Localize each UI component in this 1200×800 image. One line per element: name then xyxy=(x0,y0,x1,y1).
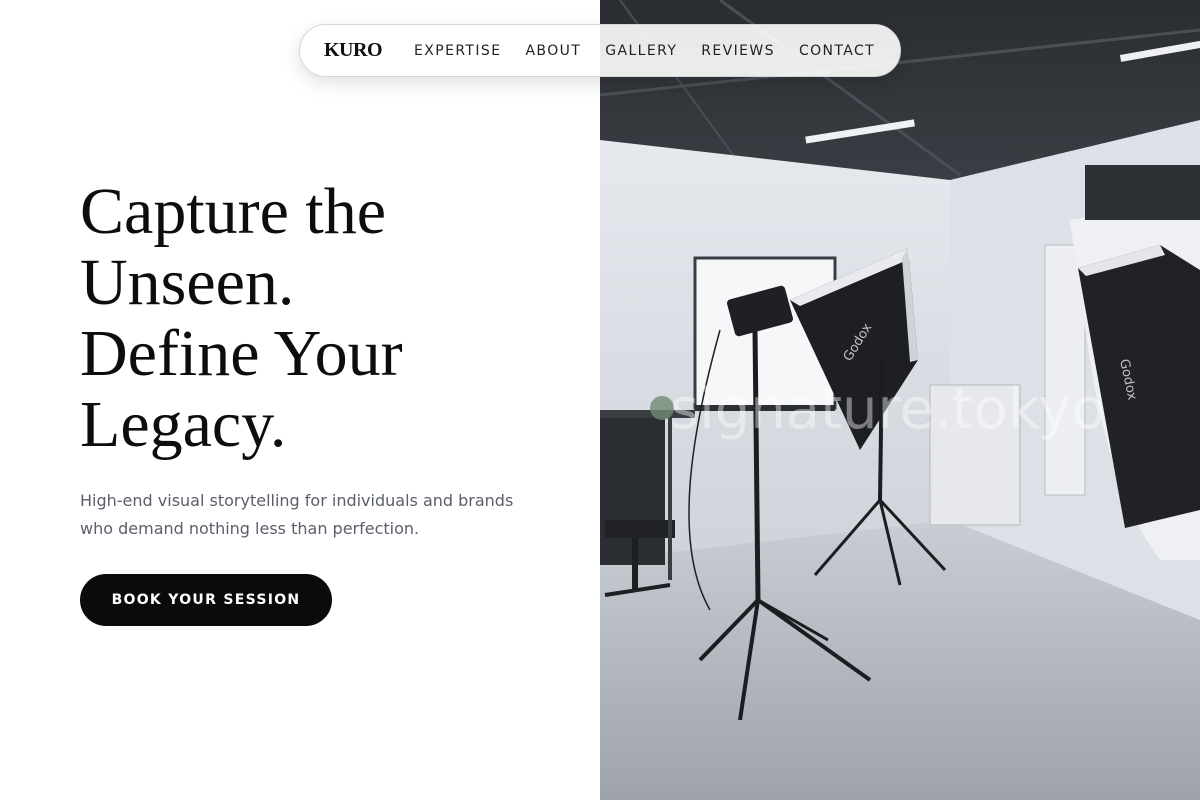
studio-photo-image: signature.tokyo Godox Godox xyxy=(600,0,1200,800)
photo-watermark: signature.tokyo xyxy=(670,377,1106,442)
hero-title-line: Legacy. xyxy=(80,388,287,461)
nav-link-contact[interactable]: CONTACT xyxy=(799,43,875,59)
hero-subtitle: High-end visual storytelling for individ… xyxy=(80,491,514,538)
nav-link-expertise[interactable]: EXPERTISE xyxy=(414,43,501,59)
studio-photo: signature.tokyo Godox Godox xyxy=(600,0,1200,800)
hero-left-panel: Capture the Unseen. Define Your Legacy. … xyxy=(0,0,600,800)
hero-title-line: Capture the xyxy=(80,175,387,248)
book-session-button[interactable]: BOOK YOUR SESSION xyxy=(80,574,332,626)
nav-link-about[interactable]: ABOUT xyxy=(525,43,581,59)
nav-link-gallery[interactable]: GALLERY xyxy=(605,43,677,59)
hero-title-line: Unseen. xyxy=(80,246,295,319)
nav-link-reviews[interactable]: REVIEWS xyxy=(701,43,775,59)
main-navigation: KURO EXPERTISE ABOUT GALLERY REVIEWS CON… xyxy=(299,24,901,77)
logo[interactable]: KURO xyxy=(324,39,383,62)
hero-title-line: Define Your xyxy=(80,317,403,390)
hero-title: Capture the Unseen. Define Your Legacy. xyxy=(80,176,580,460)
